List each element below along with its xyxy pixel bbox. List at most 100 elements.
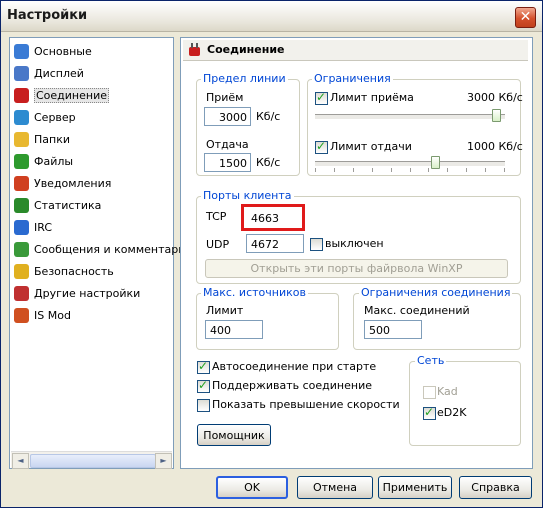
statistics-icon [14,197,29,213]
upload-limit-slider[interactable] [315,156,507,172]
sidebar-item-9[interactable]: Сообщения и комментарии [14,240,193,260]
sidebar-item-5[interactable]: Файлы [14,152,73,172]
upload-slider-thumb[interactable] [431,156,440,169]
download-unit: Кб/с [256,110,281,123]
max-sources-title: Макс. источников [201,286,308,299]
panel-header: Соединение [183,40,528,61]
sidebar-item-label: Дисплей [34,67,84,80]
folder-icon [14,131,29,147]
lock-icon [14,263,29,279]
help-button[interactable]: Справка [459,476,532,499]
sidebar-item-3[interactable]: Сервер [14,108,76,128]
udp-label: UDP [206,238,230,251]
scroll-right-button[interactable]: ► [155,453,172,469]
wizard-button[interactable]: Помощник [197,424,271,446]
sidebar-item-label: Сообщения и комментарии [34,243,193,256]
download-limit-label: Лимит приёма [330,91,414,104]
irc-icon [14,219,29,235]
sidebar-item-7[interactable]: Статистика [14,196,101,216]
limits-title: Ограничения [312,72,393,85]
settings-icon [14,43,29,59]
option-checkbox-1[interactable] [197,378,210,393]
download-limit-slider[interactable] [315,108,507,124]
upload-unit: Кб/с [256,156,281,169]
download-label: Приём [206,91,244,104]
download-slider-thumb[interactable] [492,109,501,122]
udp-disabled-checkbox[interactable] [310,238,323,251]
upload-limit-checkbox[interactable] [315,139,328,154]
download-limit-checkbox[interactable] [315,90,328,105]
line-limit-title: Предел линии [201,72,288,85]
server-icon [14,109,29,125]
client-ports-title: Порты клиента [201,189,294,202]
tools-icon [14,285,29,301]
sidebar-item-label: Папки [34,133,70,146]
messages-icon [14,241,29,257]
scroll-thumb[interactable] [30,454,156,468]
max-connections-label: Макс. соединений [364,304,470,317]
ed2k-label: eD2K [437,406,467,419]
tcp-port-field[interactable]: 4663 [246,208,296,227]
connection-limits-title: Ограничения соединения [359,286,513,299]
files-icon [14,153,29,169]
scroll-left-button[interactable]: ◄ [12,453,29,469]
ismod-icon [14,307,29,323]
kad-checkbox[interactable] [423,386,436,399]
upload-speed-field[interactable]: 1500 [204,153,251,172]
settings-dialog: Настройки ✕ Основные Дисплей Соединение Сер… [0,0,543,508]
kad-label: Kad [437,385,458,398]
notifications-icon [14,175,29,191]
upload-label: Отдача [206,138,249,151]
tcp-label: TCP [206,210,227,223]
sidebar-item-6[interactable]: Уведомления [14,174,111,194]
apply-button[interactable]: Применить [378,476,452,499]
window-title: Настройки [7,8,88,23]
sidebar-item-label: Статистика [34,199,102,212]
max-connections-field[interactable]: 500 [364,320,422,339]
close-icon[interactable]: ✕ [520,9,532,25]
arrow-right-icon[interactable]: ► [160,456,166,465]
sidebar-item-label: Соединение [34,88,110,103]
sidebar-item-10[interactable]: Безопасность [14,262,114,282]
ok-button[interactable]: OK [216,476,288,499]
network-title: Сеть [415,354,447,367]
download-speed-field[interactable]: 3000 [204,107,251,126]
sidebar-item-4[interactable]: Папки [14,130,70,150]
sidebar-item-8[interactable]: IRC [14,218,52,238]
title-bar[interactable]: Настройки ✕ [1,1,542,32]
connection-panel: Соединение Предел линии Приём 3000 Кб/с … [180,37,533,469]
udp-port-field[interactable]: 4672 [246,234,304,253]
sidebar-item-1[interactable]: Дисплей [14,64,84,84]
cancel-button[interactable]: Отмена [297,476,373,499]
network-group [409,361,521,446]
sidebar-item-label: Уведомления [34,177,112,190]
upload-limit-label: Лимит отдачи [330,140,412,153]
download-limit-value: 3000 Кб/с [467,91,523,104]
sidebar-item-12[interactable]: IS Mod [14,306,71,326]
display-icon [14,65,29,81]
sidebar-item-label: Основные [34,45,92,58]
plug-icon [187,43,202,60]
sidebar-item-0[interactable]: Основные [14,42,92,62]
settings-sidebar: Основные Дисплей Соединение Сервер Папки Файл… [9,37,193,469]
sources-limit-label: Лимит [206,304,244,317]
option-label-0: Автосоединение при старте [212,360,377,373]
panel-title: Соединение [207,43,285,56]
sidebar-item-label: Другие настройки [34,287,141,300]
open-firewall-ports-button[interactable]: Открыть эти порты файрвола WinXP [205,259,508,278]
sidebar-item-label: Безопасность [34,265,114,278]
sidebar-item-label: IRC [34,221,53,234]
arrow-left-icon[interactable]: ◄ [17,456,23,465]
option-checkbox-2[interactable] [197,399,210,412]
ed2k-checkbox[interactable] [423,405,436,420]
sources-limit-field[interactable]: 400 [205,320,263,339]
sidebar-item-label: Файлы [34,155,74,168]
option-label-1: Поддерживать соединение [212,379,372,392]
sidebar-item-11[interactable]: Другие настройки [14,284,140,304]
close-button[interactable]: ✕ [515,7,536,28]
option-label-2: Показать превышение скорости [212,398,400,411]
sidebar-horizontal-scrollbar[interactable]: ◄ ► [11,451,172,469]
sidebar-item-2[interactable]: Соединение [14,86,110,106]
plug-icon [14,87,29,103]
option-checkbox-0[interactable] [197,359,210,374]
